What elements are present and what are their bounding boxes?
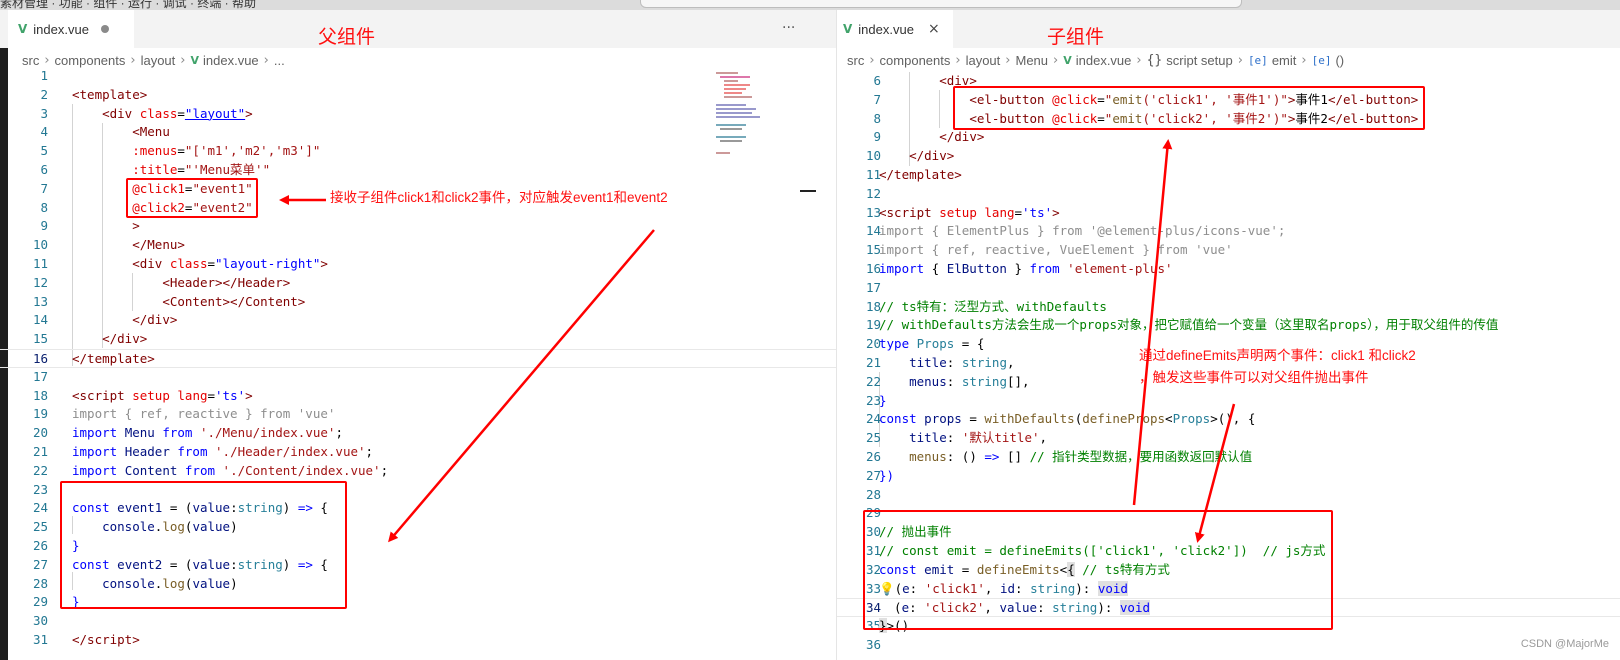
annotation-arrows <box>279 139 1236 543</box>
arrow-to-define-emits <box>1194 403 1236 543</box>
arrow-to-emit-buttons <box>1132 139 1173 506</box>
arrow-to-event-handlers <box>388 229 655 543</box>
